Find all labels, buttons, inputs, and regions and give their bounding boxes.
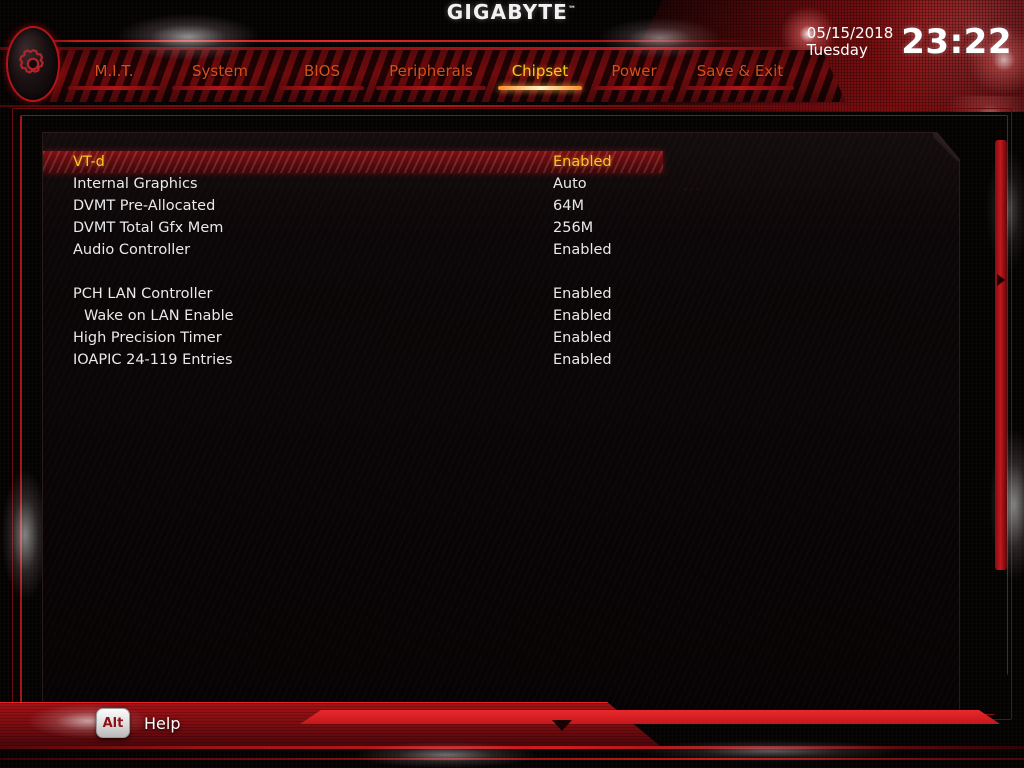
settings-row[interactable]: VT-d Enabled [43,151,663,173]
setting-label: DVMT Total Gfx Mem [73,220,224,236]
setting-label: PCH LAN Controller [73,286,213,302]
footer-bright-strip [300,710,1000,724]
footer-divider-line [0,758,1024,760]
tab-save-exit[interactable]: Save & Exit [680,62,800,90]
date-text: 05/15/2018 [806,24,894,43]
datetime-widget: 05/15/2018 Tuesday 23:22 [807,22,1012,62]
settings-row[interactable]: DVMT Pre-Allocated 64M [43,195,959,217]
scrollbar[interactable] [995,140,1007,570]
header-divider-line [0,40,760,42]
settings-row[interactable]: High Precision Timer Enabled [43,327,959,349]
help-hotkey-group[interactable]: Alt Help [96,708,180,738]
setting-value: Enabled [553,330,612,346]
tab-chipset[interactable]: Chipset [492,62,588,90]
settings-panel: VT-d Enabled Internal Graphics Auto DVMT Pre… [42,132,960,724]
alt-key-cap[interactable]: Alt [96,708,130,738]
weekday-text: Tuesday [806,41,868,59]
scroll-down-indicator-icon[interactable] [552,720,572,731]
setting-label: IOAPIC 24-119 Entries [73,352,233,368]
tab-m-i-t[interactable]: M.I.T. [62,62,166,90]
settings-row[interactable]: PCH LAN Controller Enabled [43,283,959,305]
tab-power[interactable]: Power [588,62,680,90]
setting-label: DVMT Pre-Allocated [73,198,216,214]
settings-row[interactable]: Wake on LAN Enable Enabled [43,305,959,327]
tab-label: Chipset [511,62,569,80]
tab-underline [376,86,486,90]
setting-value: Enabled [553,242,612,258]
settings-row[interactable]: Internal Graphics Auto [43,173,959,195]
tab-peripherals[interactable]: Peripherals [370,62,492,90]
clock-text: 23:22 [901,22,1012,62]
header-bar: GIGABYTE™ 05/15/2018 Tuesday 23:22 M.I.T… [0,0,1024,112]
setting-value: 64M [553,198,584,214]
setting-value: Enabled [553,308,612,324]
setting-label: High Precision Timer [73,330,222,346]
setting-label: Wake on LAN Enable [84,308,234,324]
tab-underline [172,86,268,90]
footer-divider-line [0,746,1024,749]
gear-icon[interactable] [6,26,60,102]
help-label: Help [144,713,181,733]
setting-label: Internal Graphics [73,176,198,192]
setting-value: Enabled [553,352,612,368]
tab-underline [594,86,674,90]
tab-label: System [192,62,248,80]
brand-name: GIGABYTE [446,0,569,24]
bios-screen: GIGABYTE™ 05/15/2018 Tuesday 23:22 M.I.T… [0,0,1024,768]
ghost-dots: ... [683,179,702,194]
settings-row-spacer [43,261,959,283]
setting-value: Enabled [553,286,612,302]
date-stack: 05/15/2018 Tuesday [807,25,893,59]
tab-system[interactable]: System [166,62,274,90]
tab-label: Power [611,62,657,80]
setting-label: VT-d [73,154,105,170]
settings-row[interactable]: DVMT Total Gfx Mem 256M [43,217,959,239]
main-tab-bar: M.I.T. System BIOS Peripherals Chipset Power S… [62,62,822,104]
tab-bios[interactable]: BIOS [274,62,370,90]
tab-label: BIOS [303,62,341,80]
settings-row[interactable]: Audio Controller Enabled [43,239,959,261]
trademark-icon: ™ [568,4,578,14]
tab-underline [686,86,794,90]
setting-value: 256M [553,220,594,236]
tab-underline [68,86,160,90]
settings-row[interactable]: IOAPIC 24-119 Entries Enabled [43,349,959,371]
header-divider-line [0,105,880,107]
gigabyte-wordmark: GIGABYTE™ [0,0,1024,24]
setting-value: Enabled [553,154,612,170]
setting-label: Audio Controller [73,242,191,258]
tab-label: Peripherals [389,62,473,80]
footer-bar: Alt Help [0,690,1024,768]
tab-underline [498,86,582,90]
tab-label: M.I.T. [94,62,134,80]
tab-underline [280,86,364,90]
setting-value: Auto [553,176,587,192]
tab-label: Save & Exit [696,62,784,80]
chevron-right-icon[interactable] [997,274,1005,286]
header-divider-line [0,47,840,50]
settings-list: VT-d Enabled Internal Graphics Auto DVMT Pre… [43,151,959,371]
